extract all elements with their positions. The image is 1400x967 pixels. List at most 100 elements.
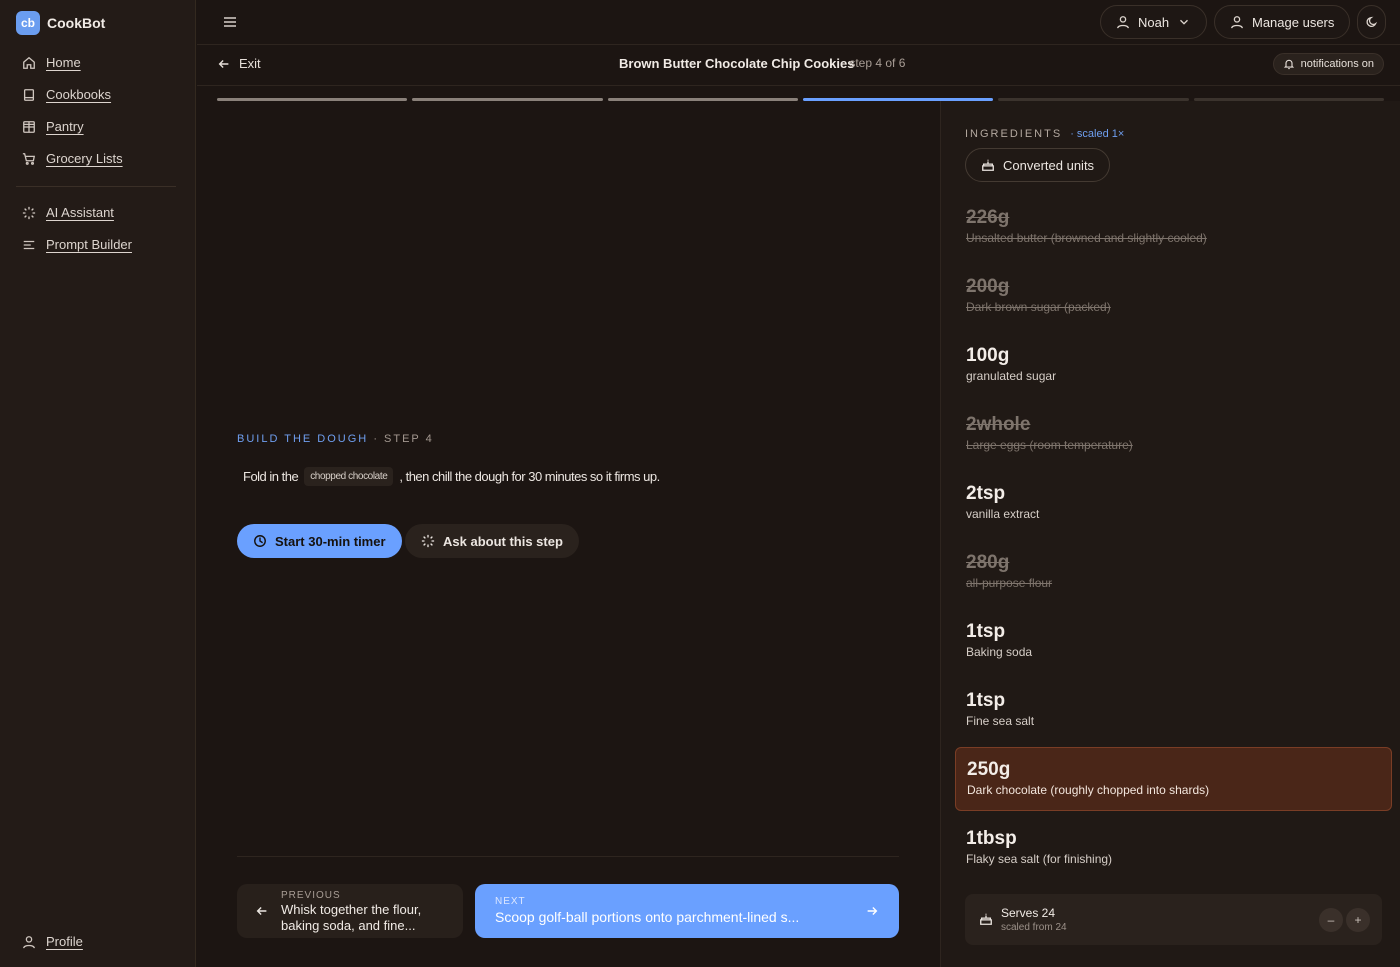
ingredient-name: vanilla extract <box>966 507 1040 521</box>
user-icon <box>23 935 35 948</box>
sidebar-item-label: Profile <box>46 934 83 949</box>
user-name: Noah <box>1138 14 1170 30</box>
exit-button[interactable]: Exit <box>217 56 261 71</box>
step-header: Exit Brown Butter Chocolate Chip Cookies… <box>197 46 1400 86</box>
sparkle-icon <box>421 534 435 548</box>
user-icon <box>1231 16 1243 29</box>
ingredients-heading: INGREDIENTS · scaled 1× <box>965 128 1124 140</box>
converted-units-button[interactable]: Converted units <box>965 148 1111 182</box>
sidebar-item-profile[interactable]: Profile <box>22 934 83 949</box>
ingredient-name: Fine sea salt <box>966 714 1035 728</box>
ingredient-name: granulated sugar <box>966 369 1057 383</box>
sidebar: cb CookBot Home Cookbooks Pantry Grocery… <box>0 0 196 967</box>
previous-step-text: Whisk together the flour, baking soda, a… <box>281 902 422 933</box>
step-label: · STEP 4 <box>368 433 434 445</box>
progress-segment <box>607 98 798 101</box>
step-section: BUILD THE DOUGH <box>237 433 369 445</box>
cart-icon <box>22 152 36 165</box>
sidebar-item-pantry[interactable]: Pantry <box>22 119 84 134</box>
scaled-from-label: scaled from 24 <box>1001 922 1067 933</box>
sidebar-item-grocery-lists[interactable]: Grocery Lists <box>22 151 123 166</box>
ingredient-name: Baking soda <box>966 645 1033 659</box>
recipe-title: Brown Butter Chocolate Chip Cookies <box>619 56 855 71</box>
arrow-right-icon <box>867 907 878 915</box>
ingredient-item[interactable]: 250g Dark chocolate (roughly chopped into… <box>955 747 1392 811</box>
sidebar-item-label: Grocery Lists <box>46 151 123 166</box>
start-timer-button[interactable]: Start 30-min timer <box>237 524 402 558</box>
next-step-button[interactable]: NEXT Scoop golf-ball portions onto parch… <box>475 884 899 938</box>
ingredient-item[interactable]: 100g granulated sugar <box>955 334 1392 397</box>
book-icon <box>23 88 35 101</box>
manage-users-button[interactable]: Manage users <box>1214 5 1351 39</box>
ingredient-quantity: 100g <box>966 345 1010 366</box>
user-icon <box>1117 16 1129 29</box>
next-step-text: Scoop golf-ball portions onto parchment-… <box>495 909 800 925</box>
sidebar-item-cookbooks[interactable]: Cookbooks <box>22 87 111 102</box>
ingredient-item[interactable]: 2whole Large eggs (room temperature) <box>955 403 1392 466</box>
ingredient-quantity: 250g <box>967 759 1011 780</box>
serves-control: Serves 24 scaled from 24 – + <box>965 894 1382 945</box>
previous-step-button[interactable]: PREVIOUS Whisk together the flour, bakin… <box>237 884 463 938</box>
decrease-serves-button[interactable]: – <box>1319 908 1343 932</box>
ingredient-item[interactable]: 226g Unsalted butter (browned and slightl… <box>955 196 1392 259</box>
ingredient-item[interactable]: 280g all-purpose flour <box>955 541 1392 604</box>
instruction-text-before: Fold in the <box>243 469 299 484</box>
progress-segment <box>412 98 603 101</box>
ask-step-button[interactable]: Ask about this step <box>405 524 579 558</box>
ingredient-item[interactable]: 200g Dark brown sugar (packed) <box>955 265 1392 328</box>
step-instruction: Fold in the chopped chocolate , then chi… <box>243 467 660 486</box>
notifications-label: notifications on <box>1300 58 1374 70</box>
bell-icon <box>1283 59 1294 70</box>
ingredient-name: Dark chocolate (roughly chopped into sha… <box>967 783 1210 797</box>
ingredient-quantity: 280g <box>966 552 1010 573</box>
ingredient-item[interactable]: 1tsp Fine sea salt <box>955 679 1392 742</box>
ingredient-name: Dark brown sugar (packed) <box>966 300 1111 314</box>
ingredients-title: INGREDIENTS <box>965 128 1063 140</box>
lines-icon <box>23 240 35 249</box>
brand[interactable]: cb CookBot <box>16 11 105 35</box>
ingredient-item[interactable]: 1tbsp Flaky sea salt (for finishing) <box>955 817 1392 880</box>
serves-label: Serves 24 <box>1001 906 1056 920</box>
sidebar-item-label: Cookbooks <box>46 87 112 102</box>
user-menu-button[interactable]: Noah <box>1100 5 1208 39</box>
ingredient-quantity: 1tsp <box>966 621 1006 642</box>
arrow-left-icon <box>256 907 267 915</box>
sidebar-item-prompt-builder[interactable]: Prompt Builder <box>22 237 132 252</box>
sidebar-divider <box>16 186 176 187</box>
ingredients-panel: INGREDIENTS · scaled 1× Converted units 2… <box>940 101 1400 967</box>
previous-kicker: PREVIOUS <box>281 890 341 901</box>
step-eyebrow: BUILD THE DOUGH · STEP 4 <box>237 433 434 445</box>
ingredient-item[interactable]: 2tsp vanilla extract <box>955 472 1392 535</box>
sidebar-item-label: Prompt Builder <box>46 237 132 252</box>
exit-label: Exit <box>239 56 261 71</box>
chevron-down-icon <box>1180 19 1189 25</box>
sidebar-item-home[interactable]: Home <box>22 55 81 70</box>
brand-logo: cb <box>16 11 40 35</box>
home-icon <box>23 56 35 69</box>
cake-icon <box>982 159 994 171</box>
step-count: · step 4 of 6 <box>842 56 906 70</box>
ingredient-item[interactable]: 1tsp Baking soda <box>955 610 1392 673</box>
manage-users-label: Manage users <box>1252 14 1335 30</box>
increase-serves-button[interactable]: + <box>1346 908 1370 932</box>
menu-button[interactable] <box>221 13 239 31</box>
ingredient-chip[interactable]: chopped chocolate <box>304 467 394 486</box>
ingredient-quantity: 1tbsp <box>966 828 1017 849</box>
ingredient-name: Large eggs (room temperature) <box>966 438 1133 452</box>
grid-icon <box>23 120 35 133</box>
moon-icon <box>1365 16 1377 28</box>
sidebar-item-label: AI Assistant <box>46 205 114 220</box>
scaled-label: · scaled 1× <box>1070 128 1125 140</box>
ingredient-quantity: 1tsp <box>966 690 1006 711</box>
theme-toggle-button[interactable] <box>1357 5 1386 39</box>
sparkle-icon <box>22 206 36 219</box>
arrow-left-icon <box>218 59 229 68</box>
hamburger-icon <box>224 17 236 27</box>
next-kicker: NEXT <box>495 896 526 907</box>
ingredient-quantity: 2tsp <box>966 483 1006 504</box>
converted-units-label: Converted units <box>1003 157 1095 173</box>
notifications-toggle[interactable]: notifications on <box>1272 53 1384 75</box>
sidebar-item-ai-assistant[interactable]: AI Assistant <box>22 205 114 220</box>
instruction-text-after: , then chill the dough for 30 minutes so… <box>399 469 660 484</box>
start-timer-label: Start 30-min timer <box>275 533 386 549</box>
